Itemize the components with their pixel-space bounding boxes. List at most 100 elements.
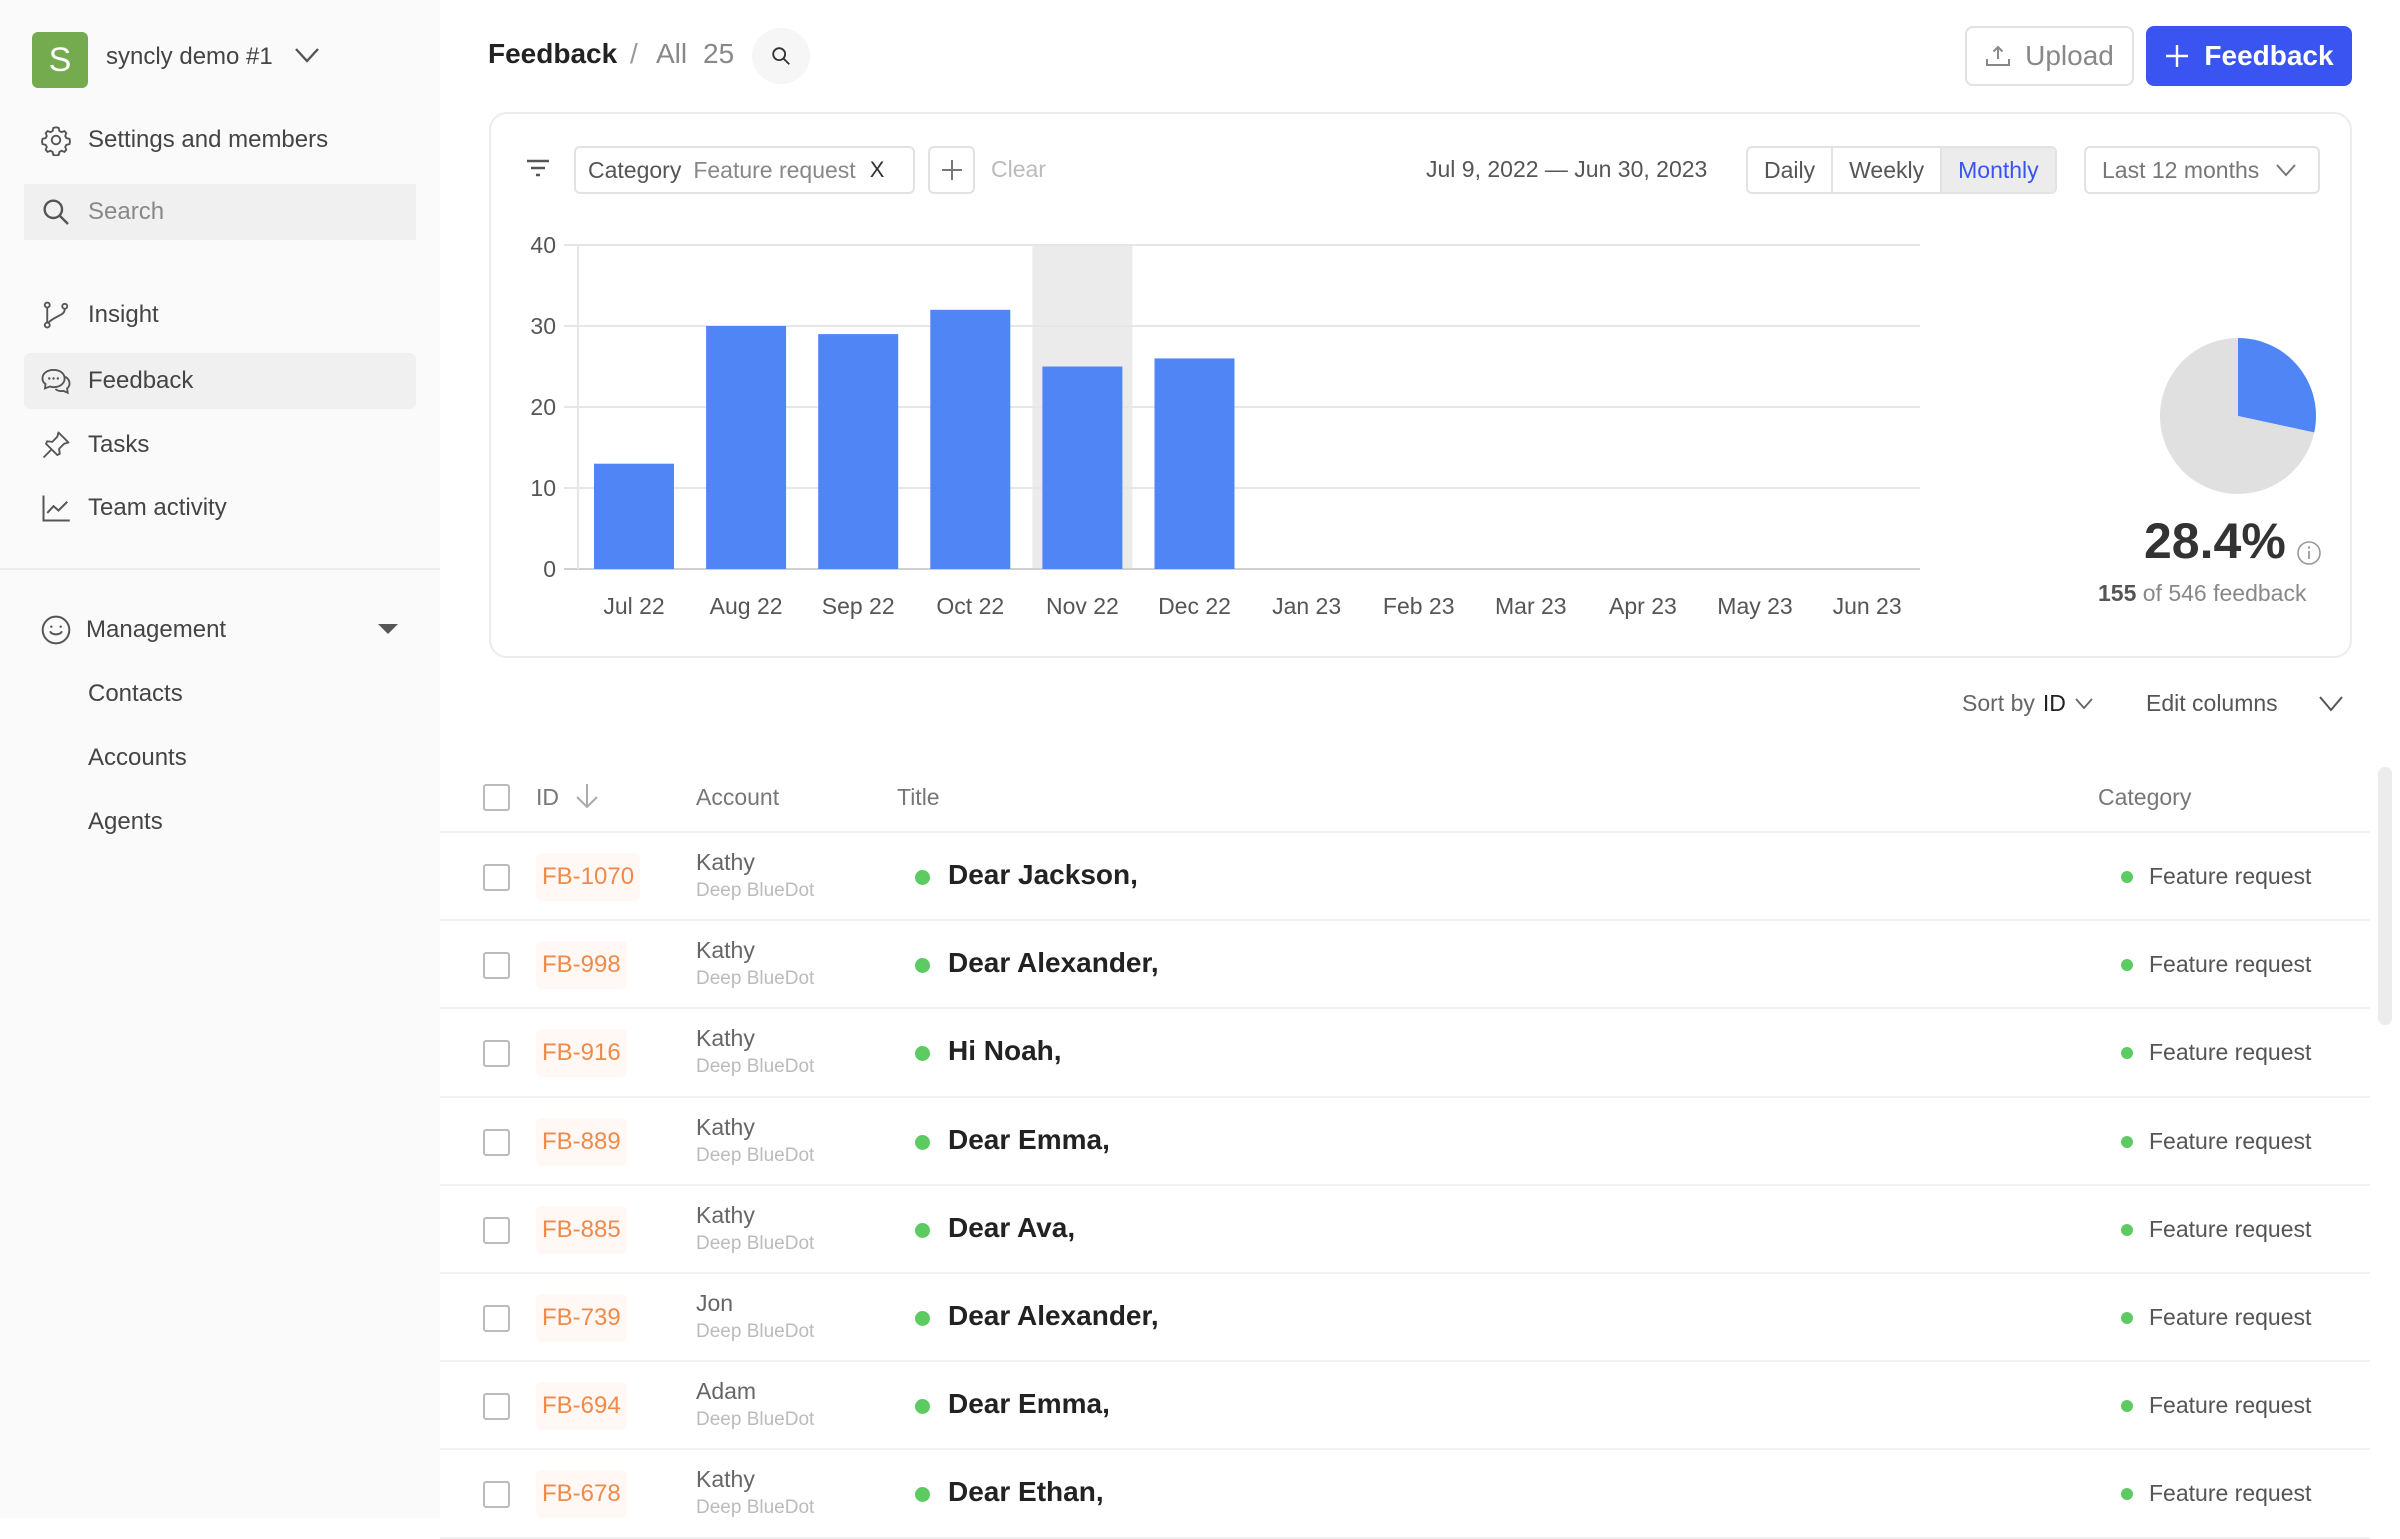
row-checkbox[interactable] [483,864,510,891]
y-tick-label: 0 [543,556,556,582]
account-name[interactable]: Kathy [696,849,755,876]
table-row[interactable] [440,1274,2370,1360]
account-name[interactable]: Kathy [696,1025,755,1052]
pie-percent: 28.4% [2144,513,2286,569]
x-tick-label: Oct 22 [936,593,1004,619]
account-name[interactable]: Kathy [696,1114,755,1141]
feedback-title[interactable]: Dear Emma, [948,1124,1110,1156]
bar-dec-22 [1154,358,1235,569]
row-checkbox[interactable] [483,1481,510,1509]
row-checkbox[interactable] [483,1040,510,1068]
feedback-title[interactable]: Dear Alexander, [948,947,1159,979]
feedback-title[interactable]: Dear Ethan, [948,1476,1104,1508]
info-icon[interactable] [2296,540,2322,566]
row-checkbox[interactable] [483,1393,510,1421]
table-row[interactable] [440,833,2370,919]
status-dot [915,1311,930,1326]
x-tick-label: Jun 23 [1833,593,1902,619]
x-tick-label: Apr 23 [1609,593,1677,619]
bar-oct-22 [930,309,1011,569]
column-header-id[interactable]: ID [536,784,559,811]
account-org: Deep BlueDot [696,1497,815,1519]
feedback-bar-chart: 0 10 20 30 40 Jul 22 Aug 22 Sep 22 Oct 22 Nov 22 D… [530,232,2316,619]
select-all-checkbox[interactable] [483,784,510,811]
pie-total-text: of 546 feedback [2142,580,2307,606]
x-tick-label: Jan 23 [1272,593,1341,619]
table-row[interactable] [440,1098,2370,1184]
table-row[interactable] [440,1450,2370,1536]
category-label: Feature request [2149,1215,2312,1242]
feedback-id-badge[interactable]: FB-678 [536,1470,627,1519]
y-tick-label: 30 [530,313,556,339]
table-row[interactable] [440,1362,2370,1448]
table-row[interactable] [440,1009,2370,1095]
row-checkbox[interactable] [483,1128,510,1156]
account-name[interactable]: Kathy [696,1202,755,1229]
status-dot [915,870,930,885]
x-tick-label: Feb 23 [1383,593,1455,619]
account-org: Deep BlueDot [696,880,815,901]
account-org: Deep BlueDot [696,1056,815,1078]
row-checkbox[interactable] [483,1305,510,1332]
feedback-id-badge[interactable]: FB-998 [536,941,627,990]
row-checkbox[interactable] [483,1216,510,1244]
account-org: Deep BlueDot [696,1232,815,1254]
feedback-title[interactable]: Dear Jackson, [948,859,1138,891]
column-header-category[interactable]: Category [2098,784,2191,811]
account-name[interactable]: Jon [696,1290,733,1317]
y-tick-label: 40 [530,232,556,258]
feedback-id-badge[interactable]: FB-1070 [536,853,641,901]
feedback-id-badge[interactable]: FB-916 [536,1029,627,1078]
category-dot [2121,1135,2133,1148]
category-dot [2121,1223,2133,1236]
category-dot [2121,1312,2133,1324]
sidebar-item-agents[interactable]: Agents [88,808,163,836]
feedback-title[interactable]: Dear Ava, [948,1212,1075,1244]
sidebar-item-accounts[interactable]: Accounts [88,744,187,772]
column-header-title[interactable]: Title [897,784,940,811]
x-tick-label: Sep 22 [822,593,895,619]
row-checkbox[interactable] [483,952,510,980]
status-dot [915,1134,930,1150]
table-row[interactable] [440,921,2370,1007]
chevron-down-icon [2075,697,2093,709]
table-row[interactable] [440,1186,2370,1272]
feedback-title[interactable]: Hi Noah, [948,1035,1062,1067]
account-org: Deep BlueDot [696,1409,815,1431]
category-dot [2121,871,2133,883]
pie-selected-count: 155 [2098,580,2137,606]
account-name[interactable]: Kathy [696,937,755,964]
edit-columns-dropdown[interactable]: Edit columns [2146,690,2344,717]
category-label: Feature request [2149,1392,2312,1419]
feedback-id-badge[interactable]: FB-889 [536,1117,627,1166]
account-org: Deep BlueDot [696,1321,815,1342]
account-org: Deep BlueDot [696,968,815,990]
sort-value: ID [2042,690,2066,716]
pie-slice-feature-request [2238,338,2316,433]
category-label: Feature request [2149,1039,2312,1066]
feedback-id-badge[interactable]: FB-694 [536,1382,627,1431]
bar-nov-22 [1042,366,1123,569]
arrow-down-icon[interactable] [574,782,600,810]
feedback-id-badge[interactable]: FB-739 [536,1294,627,1342]
pie-caption: 155 of 546 feedback [2098,580,2306,607]
feedback-title[interactable]: Dear Alexander, [948,1300,1159,1332]
column-header-account[interactable]: Account [696,784,779,811]
category-label: Feature request [2149,1304,2312,1330]
y-tick-label: 20 [530,394,556,420]
feedback-id-badge[interactable]: FB-885 [536,1205,627,1254]
row-divider [440,1536,2370,1539]
feedback-title[interactable]: Dear Emma, [948,1388,1110,1420]
x-tick-label: Jul 22 [603,593,664,619]
account-name[interactable]: Kathy [696,1466,755,1493]
table-scrollbar[interactable] [2378,767,2392,1025]
x-tick-label: Nov 22 [1046,593,1119,619]
account-org: Deep BlueDot [696,1144,815,1166]
x-tick-label: Mar 23 [1495,593,1567,619]
edit-columns-label: Edit columns [2146,690,2278,716]
sort-dropdown[interactable]: Sort by ID [1962,690,2094,717]
category-label: Feature request [2149,951,2312,978]
account-name[interactable]: Adam [696,1378,756,1405]
category-label: Feature request [2149,1127,2312,1154]
bar-aug-22 [706,326,787,569]
